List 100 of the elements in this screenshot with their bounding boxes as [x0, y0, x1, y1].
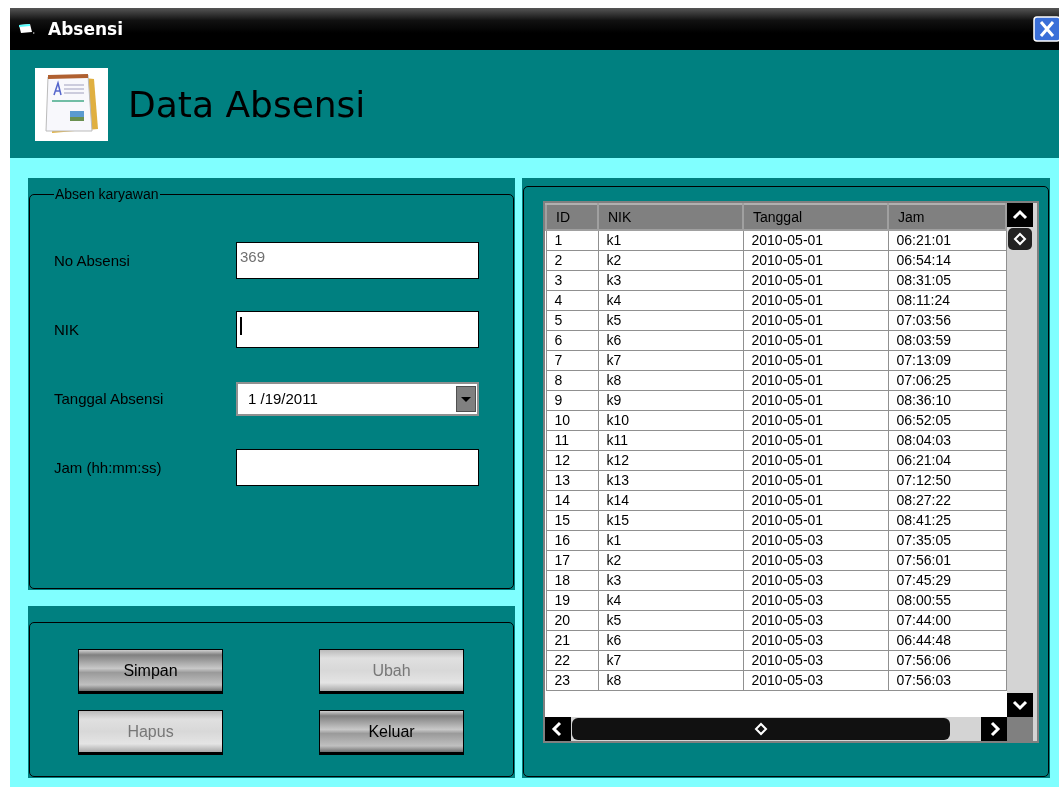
table-cell: 12 [546, 450, 598, 471]
table-cell: 2010-05-01 [743, 430, 888, 451]
table-cell: 23 [546, 670, 598, 691]
table-cell: 2010-05-01 [743, 350, 888, 371]
table-cell: 08:36:10 [888, 390, 1006, 411]
table-cell: 2010-05-01 [743, 410, 888, 431]
table-cell: 2010-05-01 [743, 310, 888, 331]
table-cell: k8 [598, 370, 743, 391]
table-cell: k4 [598, 290, 743, 311]
table-cell: 2010-05-03 [743, 530, 888, 551]
scroll-thumb[interactable] [571, 717, 951, 741]
window-title: Absensi [48, 19, 124, 39]
table-cell: k1 [598, 230, 743, 251]
table-cell: 2010-05-03 [743, 550, 888, 571]
table-cell: 2010-05-03 [743, 670, 888, 691]
table-cell: 15 [546, 510, 598, 531]
table-cell: 10 [546, 410, 598, 431]
group-title: Absen karyawan [54, 186, 160, 202]
table-cell: k15 [598, 510, 743, 531]
table-cell: k11 [598, 430, 743, 451]
table-cell: 2010-05-03 [743, 630, 888, 651]
table-cell: k7 [598, 350, 743, 371]
table-cell: 07:56:03 [888, 670, 1006, 691]
input-field[interactable] [236, 311, 479, 348]
table-cell: 2010-05-01 [743, 230, 888, 251]
table-cell: k8 [598, 670, 743, 691]
table-cell: k5 [598, 610, 743, 631]
table-cell: k2 [598, 550, 743, 571]
table-cell: 07:12:50 [888, 470, 1006, 491]
scroll-down-icon[interactable] [1007, 693, 1033, 717]
table-cell: k2 [598, 250, 743, 271]
table-cell: 2010-05-03 [743, 570, 888, 591]
table-cell: 13 [546, 470, 598, 491]
table-cell: 08:11:24 [888, 290, 1006, 311]
table-cell: 2010-05-01 [743, 270, 888, 291]
table-cell: k10 [598, 410, 743, 431]
page-title: Data Absensi [128, 83, 366, 125]
table-cell: 2010-05-01 [743, 490, 888, 511]
table-cell: 07:44:00 [888, 610, 1006, 631]
table-cell: 2010-05-03 [743, 610, 888, 631]
table-cell: k3 [598, 570, 743, 591]
table-cell: 08:03:59 [888, 330, 1006, 351]
table-cell: 2010-05-01 [743, 330, 888, 351]
table-cell: 11 [546, 430, 598, 451]
table-cell: 18 [546, 570, 598, 591]
table-cell: 21 [546, 630, 598, 651]
column-header[interactable]: Jam [888, 204, 1006, 230]
horizontal-scrollbar[interactable] [545, 717, 1007, 741]
table-cell: 07:13:09 [888, 350, 1006, 371]
column-header[interactable]: Tanggal [743, 204, 888, 230]
close-icon[interactable] [1033, 16, 1059, 42]
scroll-thumb[interactable] [1007, 227, 1033, 251]
date-picker[interactable]: 1 /19/2011 [236, 381, 479, 416]
table-cell: 2010-05-03 [743, 650, 888, 671]
table-cell: 8 [546, 370, 598, 391]
table-cell: 2010-05-01 [743, 510, 888, 531]
table-cell: 16 [546, 530, 598, 551]
field-label: No Absensi [54, 252, 131, 269]
table-cell: 08:31:05 [888, 270, 1006, 291]
table-cell: 07:03:56 [888, 310, 1006, 331]
action-button[interactable]: Simpan [78, 649, 223, 694]
table-cell: 4 [546, 290, 598, 311]
table-cell: 5 [546, 310, 598, 331]
column-header[interactable]: ID [546, 204, 598, 230]
notepad-icon [35, 67, 108, 141]
table-cell: 06:21:01 [888, 230, 1006, 251]
table-cell: 2010-05-01 [743, 250, 888, 271]
input-field[interactable] [236, 449, 479, 486]
column-header[interactable]: NIK [598, 204, 743, 230]
table-cell: k5 [598, 310, 743, 331]
scroll-up-icon[interactable] [1007, 203, 1033, 227]
table-cell: 22 [546, 650, 598, 671]
table-cell: 9 [546, 390, 598, 411]
table-cell: k12 [598, 450, 743, 471]
table-cell: k1 [598, 530, 743, 551]
table-cell: 2 [546, 250, 598, 271]
table-cell: k9 [598, 390, 743, 411]
table-cell: 08:41:25 [888, 510, 1006, 531]
table-cell: 2010-05-01 [743, 370, 888, 391]
table-cell: 06:52:05 [888, 410, 1006, 431]
table-cell: 2010-05-01 [743, 450, 888, 471]
table-cell: 2010-05-01 [743, 290, 888, 311]
table-cell: k14 [598, 490, 743, 511]
table-cell: k6 [598, 330, 743, 351]
table-cell: 08:04:03 [888, 430, 1006, 451]
table-cell: 19 [546, 590, 598, 611]
table-cell: 07:35:05 [888, 530, 1006, 551]
table-cell: 08:27:22 [888, 490, 1006, 511]
field-label: Jam (hh:mm:ss) [54, 459, 163, 476]
table-cell: k7 [598, 650, 743, 671]
scroll-right-icon[interactable] [981, 717, 1007, 741]
table-cell: 07:56:01 [888, 550, 1006, 571]
action-button[interactable]: Keluar [319, 710, 464, 755]
table-cell: k4 [598, 590, 743, 611]
vertical-scrollbar[interactable] [1007, 203, 1033, 717]
table-cell: 2010-05-01 [743, 470, 888, 491]
table-cell: 2010-05-01 [743, 390, 888, 411]
table-cell: 6 [546, 330, 598, 351]
scroll-left-icon[interactable] [545, 717, 571, 741]
table-cell: k6 [598, 630, 743, 651]
